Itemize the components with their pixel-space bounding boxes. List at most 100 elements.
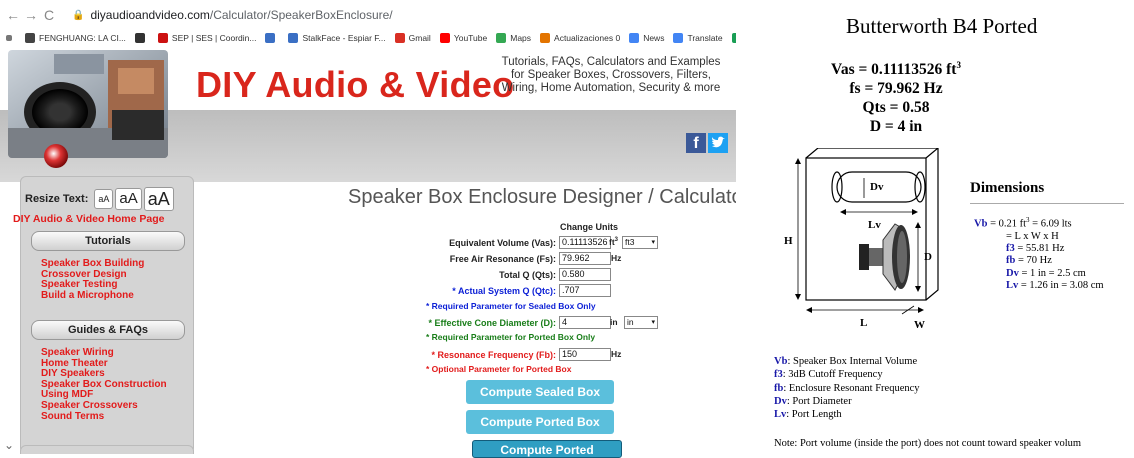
back-icon[interactable]: ← — [4, 7, 22, 23]
vas-result-sup: 3 — [956, 60, 961, 70]
bookmark-label: Translate — [687, 33, 723, 43]
tutorials-links: Speaker Box Building Crossover Design Sp… — [41, 258, 144, 302]
cone-diameter-unit-select[interactable]: in ▾ — [624, 316, 658, 329]
square-icon — [288, 33, 299, 43]
divider — [970, 203, 1124, 204]
compute-sealed-box-button[interactable]: Compute Sealed Box — [466, 380, 614, 404]
home-page-link[interactable]: DIY Audio & Video Home Page — [13, 213, 165, 225]
vas-label: Equivalent Volume (Vas): — [449, 238, 556, 248]
bookmark-label: SEP | SES | Coordin... — [171, 33, 257, 43]
dimensions-list: Vb = 0.21 ft3 = 6.09 lts = L x W x H f3 … — [974, 214, 1104, 292]
twitter-icon[interactable] — [708, 133, 728, 153]
sealed-note: * Required Parameter for Sealed Box Only — [426, 301, 596, 311]
box-front — [805, 157, 927, 301]
legend-item: fb: Enclosure Resonant Frequency — [774, 382, 920, 395]
cone-diameter-input[interactable]: 4 — [559, 316, 611, 329]
vb-line: Vb = 0.21 ft3 = 6.09 lts — [974, 214, 1104, 231]
sidebar: Resize Text: aA aA aA DIY Audio & Video … — [13, 176, 194, 454]
legend-key: f3 — [774, 369, 783, 381]
bookmark-item[interactable]: YouTube — [439, 33, 488, 43]
dv-key: Dv — [1006, 267, 1019, 279]
chevron-down-icon[interactable]: ⌄ — [4, 438, 14, 452]
vas-input[interactable]: 0.11113526 — [559, 236, 611, 249]
diagram-lv-label: Lv — [868, 219, 881, 231]
site-page: DIY Audio & Video Tutorials, FAQs, Calcu… — [0, 48, 749, 458]
site-brand[interactable]: DIY Audio & Video — [196, 64, 514, 106]
port-volume-note: Note: Port volume (inside the port) does… — [774, 438, 1082, 449]
bookmark-item[interactable]: News — [629, 33, 664, 43]
vas-result: Vas = 0.11113526 ft3 — [736, 56, 1056, 79]
legend-text: : 3dB Cutoff Frequency — [782, 369, 883, 381]
f3-text: = 55.81 Hz — [1014, 243, 1065, 255]
dimensions-heading: Dimensions — [970, 180, 1045, 196]
lv-text: = 1.26 in = 3.08 cm — [1018, 279, 1104, 291]
edit-icon — [265, 33, 276, 43]
apps-icon[interactable] — [0, 35, 16, 41]
fb-text: = 70 Hz — [1015, 255, 1052, 267]
social-links: f — [686, 133, 728, 153]
legend-item: Lv: Port Length — [774, 408, 920, 421]
vb-text-b: = 6.09 lts — [1029, 218, 1072, 230]
compute-ported-box-button[interactable]: Compute Ported Box — [466, 410, 614, 434]
legend-key: Dv — [774, 395, 787, 407]
bookmark-label: YouTube — [453, 33, 488, 43]
qtc-input[interactable]: .707 — [559, 284, 611, 297]
diagram-dv-label: Dv — [870, 181, 884, 193]
f3-line: f3 = 55.81 Hz — [974, 243, 1104, 255]
fs-unit: Hz — [611, 253, 622, 263]
sidebar-link[interactable]: Speaker Wiring — [41, 347, 167, 359]
reload-icon[interactable]: C — [40, 7, 58, 23]
tagline-line: Tutorials, FAQs, Calculators and Example… — [501, 56, 721, 68]
qts-input[interactable]: 0.580 — [559, 268, 611, 281]
legend-key: fb — [774, 382, 784, 394]
tutorials-header: Tutorials — [31, 231, 185, 251]
bookmark-item[interactable]: Actualizaciones 0 — [540, 33, 620, 43]
youtube-icon — [439, 33, 450, 43]
text-size-small-button[interactable]: aA — [94, 189, 114, 209]
bookmark-item[interactable]: SEP | SES | Coordin... — [157, 33, 257, 43]
vas-unit-select[interactable]: ft3 ▾ — [622, 236, 658, 249]
lock-icon[interactable]: 🔒 — [72, 10, 84, 21]
forward-icon[interactable]: → — [22, 7, 40, 23]
text-size-large-button[interactable]: aA — [143, 187, 174, 211]
gmail-icon — [394, 33, 405, 43]
facebook-icon[interactable]: f — [686, 133, 706, 153]
sidebar-link[interactable]: Speaker Box Building — [41, 258, 144, 270]
address-row: ← → C 🔒 diyaudioandvideo.com/Calculator/… — [0, 0, 736, 30]
bookmark-item[interactable]: Gmail — [394, 33, 431, 43]
bookmark-item[interactable] — [134, 33, 149, 43]
address-bar[interactable]: diyaudioandvideo.com/Calculator/SpeakerB… — [90, 8, 392, 22]
sidebar-link[interactable]: Sound Terms — [41, 411, 167, 423]
cone-diameter-label: * Effective Cone Diameter (D): — [428, 318, 556, 328]
vb-key: Vb — [974, 218, 988, 230]
vas-unit-select-value: ft3 — [625, 237, 635, 247]
bookmark-item[interactable]: FENGHUANG: LA CI... — [25, 33, 126, 43]
site-tagline: Tutorials, FAQs, Calculators and Example… — [486, 56, 736, 95]
bookmark-item[interactable]: Translate — [673, 33, 723, 43]
maps-icon — [496, 33, 507, 43]
text-size-medium-button[interactable]: aA — [115, 188, 142, 210]
chevron-down-icon: ▾ — [651, 239, 655, 246]
compute-ported-button[interactable]: Compute Ported — [472, 440, 622, 458]
results-title: Butterworth B4 Ported — [846, 14, 1038, 38]
legend-text: : Port Length — [786, 409, 842, 421]
bookmark-item[interactable]: Maps — [496, 33, 531, 43]
sidebar-link[interactable]: Build a Microphone — [41, 290, 144, 302]
fb-input[interactable]: 150 — [559, 348, 611, 361]
resize-text-control: Resize Text: aA aA aA — [25, 187, 174, 211]
github-icon — [25, 33, 35, 43]
guides-header: Guides & FAQs — [31, 320, 185, 340]
bookmark-item[interactable] — [265, 33, 279, 43]
bookmark-item[interactable]: StalkFace - Espiar F... — [288, 33, 386, 43]
legend-key: Vb — [774, 356, 788, 367]
speaker-dome-image — [44, 144, 68, 168]
legend-item: Dv: Port Diameter — [774, 395, 920, 408]
fs-input[interactable]: 79.962 — [559, 252, 611, 265]
box-icon — [540, 33, 551, 43]
sidebar-link[interactable]: Speaker Crossovers — [41, 400, 167, 412]
bookmark-label: StalkFace - Espiar F... — [302, 33, 386, 43]
bookmark-label: Actualizaciones 0 — [554, 33, 621, 43]
calculator-title: Speaker Box Enclosure Designer / Calcula… — [348, 186, 750, 208]
cone-diameter-unit-select-value: in — [627, 317, 634, 327]
resize-text-label: Resize Text: — [25, 193, 89, 205]
